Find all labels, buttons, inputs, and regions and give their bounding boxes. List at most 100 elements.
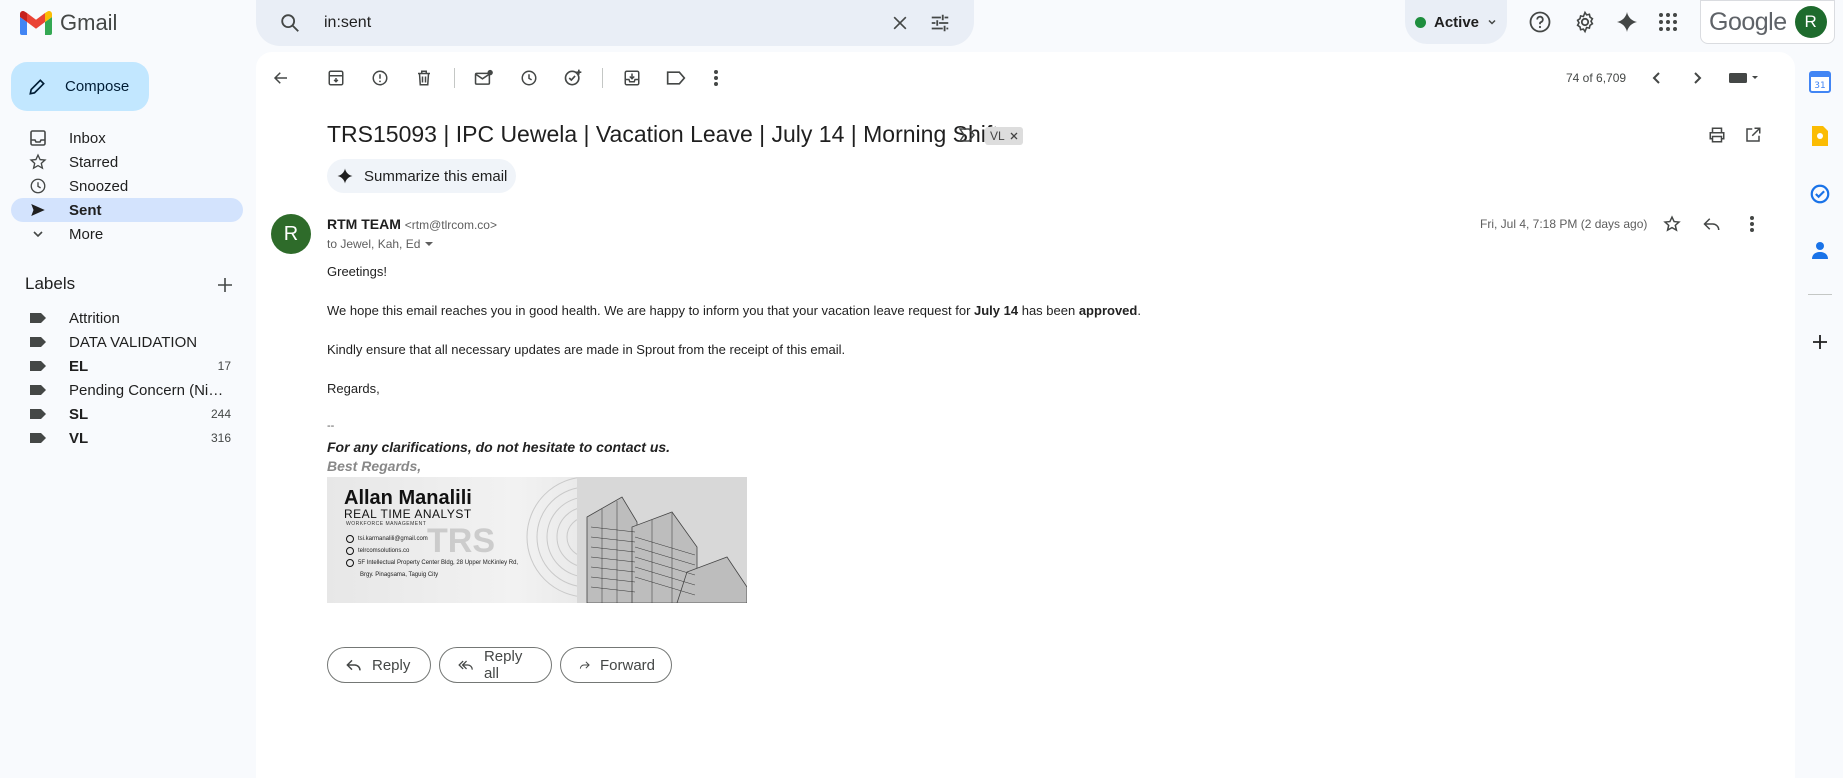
card-address-line: 5F Intellectual Property Center Bldg, 28… [346,559,518,567]
sender-name[interactable]: RTM TEAM [327,216,401,232]
archive-icon[interactable] [318,60,354,96]
sidebar-item-snoozed[interactable]: Snoozed [11,174,243,198]
label-item[interactable]: Pending Concern (Night ... [11,378,243,402]
gmail-m-icon [20,11,52,35]
card-web-line: telrcomsolutions.co [346,547,409,555]
reply-arrow-icon [346,659,361,671]
rail-divider [1808,294,1832,295]
compose-button[interactable]: Compose [11,62,149,111]
snooze-clock-icon[interactable] [511,60,547,96]
svg-text:31: 31 [1814,81,1825,91]
sidebar-item-label: Inbox [69,129,106,147]
reply-button[interactable]: Reply [327,647,431,683]
move-to-icon[interactable] [614,60,650,96]
label-count: 316 [210,431,231,445]
label-item[interactable]: DATA VALIDATION [11,330,243,354]
sidebar-item-inbox[interactable]: Inbox [11,126,243,150]
sidebar-item-more[interactable]: More [11,222,243,246]
forward-button[interactable]: Forward [560,647,672,683]
status-selector[interactable]: Active [1405,0,1507,44]
label-chip[interactable]: VL [985,127,1023,145]
summarize-label: Summarize this email [364,167,508,185]
newer-chevron-left-icon[interactable] [1639,60,1675,96]
sidebar-item-starred[interactable]: Starred [11,150,243,174]
card-department: WORKFORCE MANAGEMENT [346,521,427,527]
label-name: EL [69,357,89,375]
google-contacts-icon[interactable] [1806,236,1834,264]
email-subject: TRS15093 | IPC Uewela | Vacation Leave |… [327,121,999,147]
settings-gear-icon[interactable] [1565,2,1605,42]
delete-trash-icon[interactable] [406,60,442,96]
apps-grid-icon[interactable] [1648,2,1688,42]
label-item[interactable]: Attrition [11,306,243,330]
star-icon[interactable] [1654,206,1690,242]
gmail-logo[interactable]: Gmail [20,8,117,38]
card-address-line-2: Brgy. Pinagsama, Taguig City [360,572,438,578]
approval-status: approved [1078,303,1138,318]
globe-icon [346,547,354,555]
label-as-icon[interactable] [658,60,694,96]
sidebar-item-sent[interactable]: Sent [11,198,243,222]
label-item[interactable]: SL 244 [11,402,243,426]
remove-label-icon[interactable] [1010,132,1018,140]
help-icon[interactable] [1520,2,1560,42]
search-icon[interactable] [270,3,310,43]
google-keep-icon[interactable] [1806,122,1834,150]
pencil-icon [29,78,45,95]
google-calendar-icon[interactable]: 31 [1806,68,1834,96]
toolbar-divider [454,68,455,88]
label-name: DATA VALIDATION [69,333,198,351]
account-switcher[interactable]: Google R [1700,0,1835,44]
clear-search-icon[interactable] [880,3,920,43]
email-icon [346,535,354,543]
add-to-tasks-icon[interactable] [555,60,591,96]
more-options-icon[interactable] [698,60,734,96]
reply-arrow-icon[interactable] [1694,206,1730,242]
leave-date: July 14 [974,303,1019,318]
recipients-text: to Jewel, Kah, Ed [327,237,421,251]
reply-all-button[interactable]: Reply all [439,647,552,683]
email-paragraph-2: Kindly ensure that all necessary updates… [327,342,846,357]
mark-unread-icon[interactable] [466,60,502,96]
sender-avatar[interactable]: R [271,214,311,254]
label-tag-icon [30,433,46,443]
signature-line-1: For any clarifications, do not hesitate … [327,439,671,455]
reply-all-arrow-icon [458,660,473,670]
label-item[interactable]: EL 17 [11,354,243,378]
search-options-icon[interactable] [920,3,960,43]
label-count: 244 [210,407,231,421]
inbox-icon [30,130,46,146]
card-role: REAL TIME ANALYST [344,507,472,521]
sidebar-item-label: Snoozed [69,177,129,195]
email-greeting: Greetings! [327,264,387,279]
label-item[interactable]: VL 316 [11,426,243,450]
importance-marker-icon[interactable] [958,127,976,143]
recipients-dropdown[interactable]: to Jewel, Kah, Ed [327,237,434,251]
forward-label: Forward [599,656,655,674]
labels-heading: Labels [25,274,76,293]
gemini-sparkle-icon[interactable] [1607,2,1647,42]
back-arrow-icon[interactable] [263,60,299,96]
label-tag-icon [30,313,46,323]
report-spam-icon[interactable] [362,60,398,96]
message-more-icon[interactable] [1734,206,1770,242]
print-icon[interactable] [1699,117,1735,153]
google-tasks-icon[interactable] [1806,180,1834,208]
gemini-sparkle-icon [337,168,353,184]
reply-label: Reply [372,656,411,674]
search-bar[interactable]: in:sent [256,0,974,46]
account-avatar[interactable]: R [1794,6,1827,38]
status-label: Active [1433,13,1480,31]
search-input[interactable]: in:sent [324,14,880,32]
input-tools-keyboard-icon[interactable] [1722,60,1766,96]
open-new-window-icon[interactable] [1735,117,1771,153]
get-addons-plus-icon[interactable] [1806,328,1834,356]
add-label-icon[interactable] [212,272,238,298]
label-tag-icon [30,361,46,371]
status-dot [1414,16,1426,28]
clock-icon [30,178,46,194]
paragraph-text: has been [1018,303,1079,318]
label-count: 17 [217,359,231,373]
older-chevron-right-icon[interactable] [1679,60,1715,96]
summarize-button[interactable]: Summarize this email [327,159,516,193]
